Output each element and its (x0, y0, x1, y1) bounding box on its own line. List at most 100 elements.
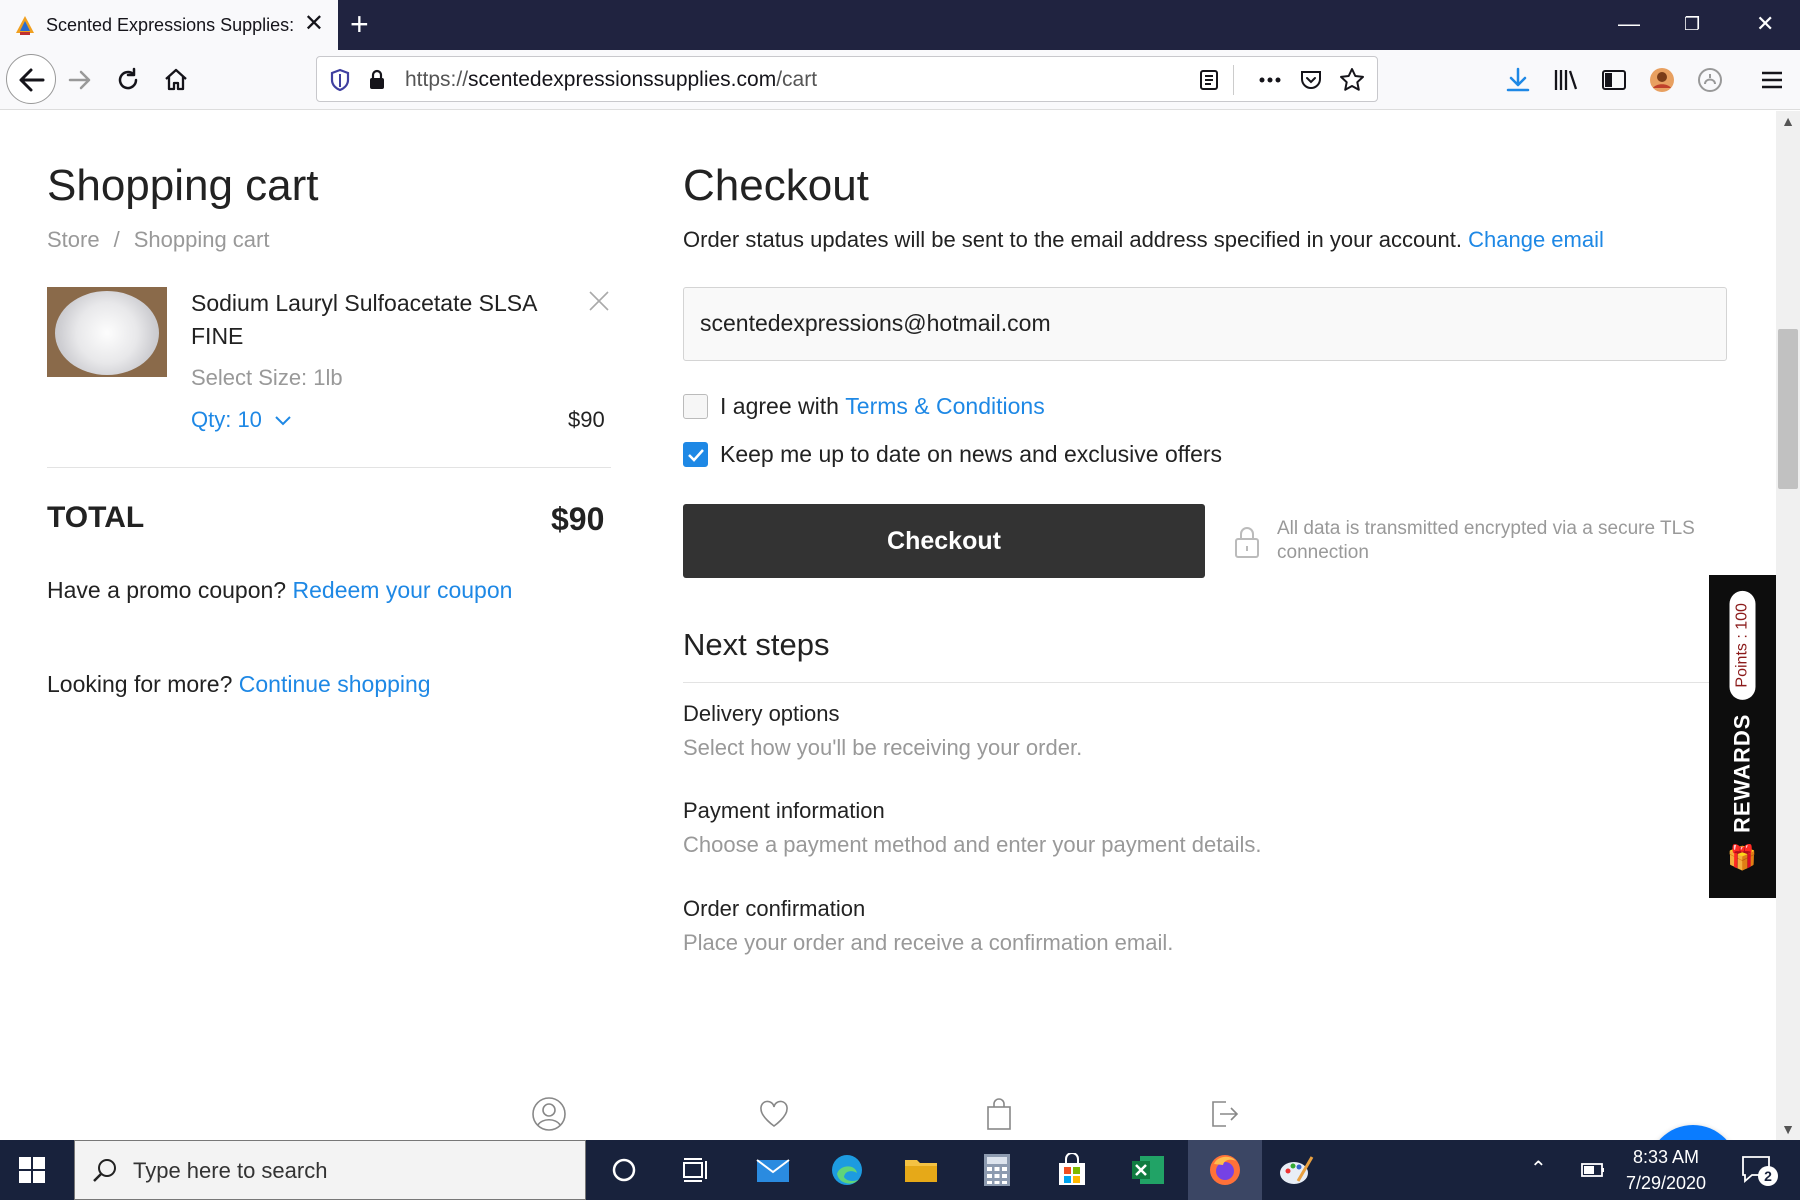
terms-checkbox-row: I agree with Terms & Conditions (683, 393, 1045, 420)
tab-close-icon[interactable]: ✕ (304, 12, 324, 36)
newsletter-checkbox-row: Keep me up to date on news and exclusive… (683, 441, 1222, 468)
hamburger-menu-icon[interactable] (1758, 66, 1786, 94)
extension-icon[interactable] (1696, 66, 1724, 94)
windows-start-icon[interactable] (18, 1156, 46, 1184)
account-icon[interactable] (531, 1096, 567, 1132)
messenger-chat-button[interactable] (1648, 1125, 1738, 1140)
tab-scented-expressions[interactable]: Scented Expressions Supplies: C ✕ (0, 0, 338, 50)
calculator-icon[interactable] (975, 1150, 1019, 1190)
lock-icon (1235, 527, 1259, 558)
newsletter-label: Keep me up to date on news and exclusive… (720, 441, 1223, 467)
change-email-link[interactable]: Change email (1468, 227, 1604, 252)
page-actions-icon[interactable] (1257, 68, 1283, 92)
action-center-button[interactable]: 2 (1740, 1154, 1780, 1188)
chevron-down-icon (275, 416, 291, 426)
browser-window: { "browser": { "tab_title": "Scented Exp… (0, 0, 1800, 1200)
task-view-icon[interactable] (674, 1150, 718, 1190)
step-delivery-desc: Select how you'll be receiving your orde… (683, 735, 1083, 760)
scrollbar-thumb[interactable] (1778, 329, 1798, 489)
step-confirmation-title: Order confirmation (683, 896, 866, 921)
show-hidden-icons-icon[interactable]: ⌃ (1530, 1156, 1547, 1181)
search-placeholder: Type here to search (133, 1158, 328, 1183)
promo-question: Have a promo coupon? (47, 577, 287, 603)
breadcrumb: Store / Shopping cart (47, 227, 269, 253)
download-icon[interactable] (1504, 66, 1532, 94)
sidebar-icon[interactable] (1600, 66, 1628, 94)
scroll-down-icon[interactable]: ▼ (1776, 1121, 1800, 1137)
forward-arrow-icon[interactable] (62, 62, 98, 98)
checkout-button[interactable]: Checkout (683, 504, 1205, 578)
window-close-icon[interactable]: ✕ (1756, 10, 1774, 38)
tracking-shield-icon[interactable] (329, 68, 351, 92)
newsletter-checkbox[interactable] (683, 442, 708, 467)
padlock-icon[interactable] (367, 68, 387, 92)
breadcrumb-shopping-cart[interactable]: Shopping cart (134, 227, 270, 252)
title-bar: Scented Expressions Supplies: C ✕ + — ❐ … (0, 0, 1800, 50)
back-button[interactable] (6, 54, 56, 104)
total-value: $90 (551, 501, 605, 537)
product-name[interactable]: Sodium Lauryl Sulfoacetate SLSA FINE (191, 287, 561, 353)
url-text[interactable]: https://scentedexpressionssupplies.com/c… (405, 68, 817, 92)
reader-view-icon[interactable] (1197, 68, 1221, 92)
favorites-heart-icon[interactable] (756, 1096, 792, 1132)
next-steps-title: Next steps (683, 627, 830, 662)
redeem-coupon-link[interactable]: Redeem your coupon (293, 577, 513, 603)
home-icon[interactable] (158, 62, 194, 98)
scroll-up-icon[interactable]: ▲ (1776, 113, 1800, 129)
rewards-widget[interactable]: 🎁 REWARDS Points : 100 (1709, 575, 1776, 898)
terms-checkbox[interactable] (683, 394, 708, 419)
checkmark-icon (687, 448, 704, 462)
pocket-icon[interactable] (1299, 68, 1323, 92)
shopping-bag-icon[interactable] (981, 1096, 1017, 1132)
clock-time: 8:33 AM (1632, 1147, 1700, 1167)
breadcrumb-store[interactable]: Store (47, 227, 100, 252)
taskbar-search-box[interactable]: Type here to search (74, 1140, 586, 1200)
step-confirmation-desc: Place your order and receive a confirmat… (683, 930, 1174, 955)
sign-out-icon[interactable] (1206, 1096, 1242, 1132)
promo-coupon-text: Have a promo coupon? Redeem your coupon (47, 577, 512, 604)
address-bar[interactable]: https://scentedexpressionssupplies.com/c… (316, 56, 1378, 102)
restore-icon[interactable]: ❐ (1684, 10, 1700, 38)
firefox-icon[interactable] (1203, 1150, 1247, 1190)
rewards-label-group: 🎁 REWARDS Points : 100 (1727, 591, 1757, 883)
new-tab-icon[interactable]: + (350, 8, 369, 40)
gift-icon: 🎁 (1727, 844, 1757, 872)
file-explorer-icon[interactable] (899, 1150, 943, 1190)
clock-date: 7/29/2020 (1625, 1173, 1707, 1193)
continue-shopping-text: Looking for more? Continue shopping (47, 671, 431, 698)
account-avatar-icon[interactable] (1648, 66, 1676, 94)
messenger-icon (1648, 1125, 1738, 1140)
bookmark-star-icon[interactable] (1339, 67, 1365, 93)
navigation-toolbar: https://scentedexpressionssupplies.com/c… (0, 50, 1800, 110)
minimize-icon[interactable]: — (1618, 10, 1640, 38)
edge-browser-icon[interactable] (825, 1150, 869, 1190)
looking-for-more: Looking for more? (47, 671, 233, 697)
divider (47, 467, 611, 468)
step-delivery-title: Delivery options (683, 701, 840, 726)
step-payment-desc: Choose a payment method and enter your p… (683, 832, 1262, 857)
remove-item-icon[interactable] (587, 289, 611, 318)
quantity-selector[interactable]: Qty: 10 (191, 407, 292, 433)
tab-title: Scented Expressions Supplies: C (46, 14, 296, 35)
quantity-label: Qty: 10 (191, 407, 262, 432)
rewards-label: REWARDS (1729, 713, 1754, 834)
excel-icon[interactable] (1126, 1150, 1170, 1190)
email-notice: Order status updates will be sent to the… (683, 227, 1604, 253)
reload-icon[interactable] (110, 62, 146, 98)
back-arrow-icon (19, 68, 45, 92)
product-image[interactable] (47, 287, 167, 377)
product-price: $90 (568, 407, 605, 432)
mail-icon[interactable] (751, 1150, 795, 1190)
clock[interactable]: 8:33 AM 7/29/2020 (1598, 1144, 1734, 1196)
vertical-scrollbar[interactable]: ▲ ▼ (1776, 111, 1800, 1140)
library-icon[interactable] (1552, 66, 1580, 94)
email-field[interactable]: scentedexpressions@hotmail.com (683, 287, 1727, 361)
email-value: scentedexpressions@hotmail.com (700, 310, 1051, 336)
cortana-icon[interactable] (602, 1150, 646, 1190)
terms-link[interactable]: Terms & Conditions (845, 393, 1044, 420)
product-size: Select Size: 1lb (191, 365, 343, 390)
site-favicon-icon (14, 14, 36, 36)
microsoft-store-icon[interactable] (1050, 1150, 1094, 1190)
paint-icon[interactable] (1274, 1150, 1318, 1190)
continue-shopping-link[interactable]: Continue shopping (239, 671, 431, 697)
